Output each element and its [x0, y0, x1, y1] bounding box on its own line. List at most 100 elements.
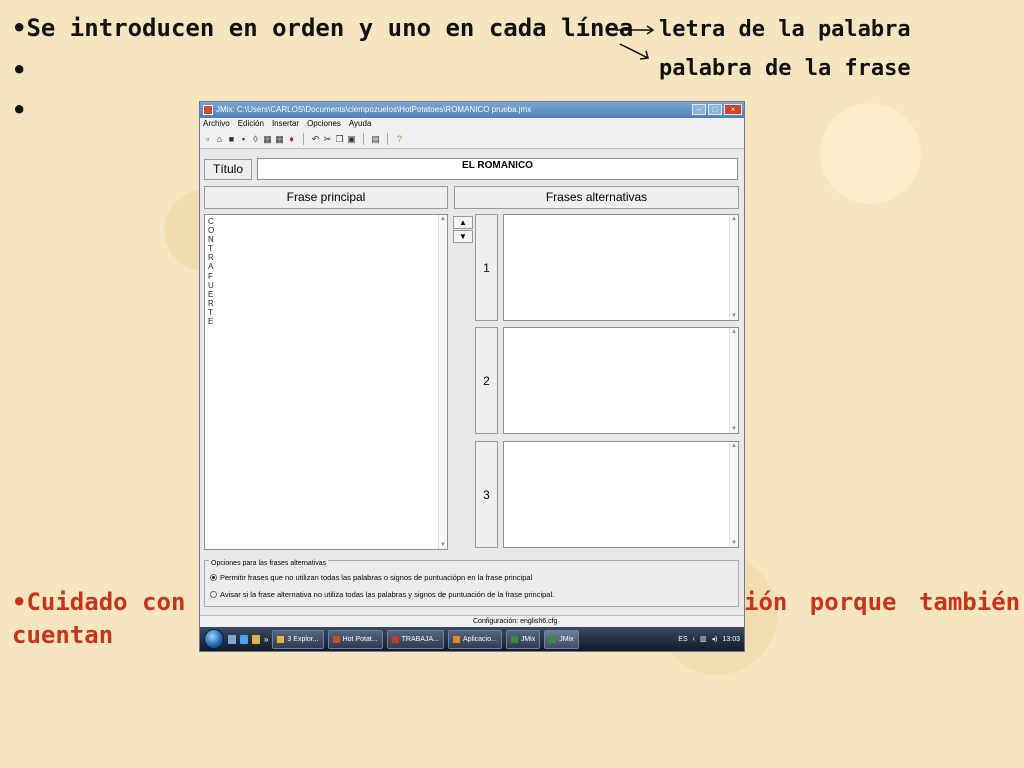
new-file-icon[interactable]: ▫: [203, 133, 212, 145]
undo-icon[interactable]: ↶: [311, 133, 320, 145]
task-hotpotatoes[interactable]: Hot Potat...: [327, 629, 383, 649]
menu-ayuda[interactable]: Ayuda: [349, 118, 372, 130]
target-letra: letra de la palabra: [659, 17, 911, 42]
export-alt-icon[interactable]: ▦: [275, 133, 284, 145]
letter: E: [208, 317, 214, 327]
minimize-button[interactable]: –: [692, 104, 706, 115]
menu-archivo[interactable]: Archivo: [203, 118, 230, 130]
letter: R: [208, 253, 214, 263]
alt-textarea-3[interactable]: ▲ ▼: [503, 441, 739, 548]
main-scrollbar[interactable]: ▲ ▼: [438, 215, 447, 549]
quicklaunch-folder-icon[interactable]: [252, 634, 260, 644]
bottom-text-left: •Cuidado con: [12, 588, 186, 616]
folder-icon: [277, 635, 285, 643]
scroll-up-button[interactable]: ▲: [453, 216, 473, 229]
letter: C: [208, 217, 214, 226]
jmix-window: JMix: C:\Users\CARLOS\Documents\ciempozu…: [199, 101, 745, 652]
quicklaunch-ie-icon[interactable]: [240, 634, 248, 644]
letter: R: [208, 298, 214, 308]
frase-principal-textarea[interactable]: C O N T R A F U E R T E ▲ ▼: [204, 214, 448, 550]
bullet-3: •: [12, 96, 27, 124]
menubar: Archivo Edición Insertar Opciones Ayuda: [200, 118, 744, 130]
task-label: TRABAJA...: [401, 635, 439, 643]
close-button[interactable]: ×: [724, 104, 742, 115]
bottom-text-right: ión porque también: [744, 588, 1021, 616]
task-label: Aplicacio...: [462, 635, 497, 643]
task-label: JMix: [520, 635, 536, 643]
hot-potato-icon[interactable]: ♦: [287, 133, 296, 145]
letter: T: [208, 244, 213, 254]
titulo-label: Título: [204, 159, 252, 180]
alt-scrollbar-2[interactable]: ▲ ▼: [729, 328, 738, 433]
language-indicator[interactable]: ES: [678, 636, 687, 643]
task-aplicacion[interactable]: Aplicacio...: [447, 629, 502, 649]
option-avisar[interactable]: Avisar si la frase alternativa no utiliz…: [210, 590, 554, 599]
jmix-app-icon: [203, 105, 213, 115]
alt-textarea-1[interactable]: ▲ ▼: [503, 214, 739, 321]
toolbar-separator: [303, 133, 304, 145]
letter: A: [208, 262, 214, 272]
radio-permitir[interactable]: [210, 574, 217, 581]
alt-textarea-2[interactable]: ▲ ▼: [503, 327, 739, 434]
task-explorer[interactable]: 3 Explor...: [272, 629, 324, 649]
status-config: Configuración: english6.cfg: [473, 618, 558, 625]
taskbar: » 3 Explor... Hot Potat... TRABAJA... Ap…: [200, 627, 744, 651]
task-trabajo[interactable]: TRABAJA...: [386, 629, 444, 649]
task-jmix-1[interactable]: JMix: [505, 629, 541, 649]
alt-number-1: 1: [475, 214, 498, 321]
scroll-down-button[interactable]: ▼: [453, 230, 473, 243]
quicklaunch-more-icon[interactable]: »: [264, 635, 268, 644]
web-page-icon[interactable]: ◊: [251, 133, 260, 145]
jmix-icon: [549, 635, 557, 643]
paste-icon[interactable]: ▣: [347, 133, 356, 145]
option-avisar-label: Avisar si la frase alternativa no utiliz…: [220, 590, 555, 599]
save-icon[interactable]: ■: [227, 133, 236, 145]
option-permitir[interactable]: Permitir frases que no utilizan todas la…: [210, 573, 532, 582]
alt-number-3: 3: [475, 441, 498, 548]
jmix-icon: [510, 635, 518, 643]
letter: N: [208, 235, 214, 245]
task-label: 3 Explor...: [287, 635, 319, 643]
cut-icon[interactable]: ✂: [323, 133, 332, 145]
frase-principal-header: Frase principal: [204, 186, 448, 209]
open-folder-icon[interactable]: ⌂: [215, 133, 224, 145]
menu-insertar[interactable]: Insertar: [272, 118, 299, 130]
window-titlebar[interactable]: JMix: C:\Users\CARLOS\Documents\ciempozu…: [200, 102, 744, 118]
export-icon[interactable]: ▦: [263, 133, 272, 145]
browser-icon: [452, 635, 460, 643]
bottom-text-line2: cuentan: [12, 621, 114, 649]
letter: U: [208, 280, 214, 290]
toolbar: ▫ ⌂ ■ ▪ ◊ ▦ ▦ ♦ ↶ ✂ ❐ ▣ ▤ ?: [200, 130, 744, 149]
copy-icon[interactable]: ❐: [335, 133, 344, 145]
task-label: Hot Potat...: [342, 635, 378, 643]
maximize-button[interactable]: □: [708, 104, 722, 115]
tray-arrow-icon[interactable]: ‹: [693, 636, 695, 643]
statusbar: Configuración: english6.cfg: [200, 615, 744, 627]
clock[interactable]: 13:03: [722, 636, 740, 643]
help-icon[interactable]: ?: [395, 133, 404, 145]
menu-opciones[interactable]: Opciones: [307, 118, 341, 130]
bullet-2: •: [12, 56, 27, 84]
document-icon: [391, 635, 399, 643]
option-permitir-label: Permitir frases que no utilizan todas la…: [220, 573, 533, 582]
network-icon[interactable]: ▥: [700, 635, 707, 643]
quicklaunch-desktop-icon[interactable]: [228, 634, 236, 644]
letter: T: [208, 307, 213, 317]
task-jmix-2[interactable]: JMix: [544, 629, 579, 649]
alt-scrollbar-3[interactable]: ▲ ▼: [729, 442, 738, 547]
hotpotatoes-icon: [332, 635, 340, 643]
volume-icon[interactable]: ◂): [712, 635, 718, 643]
letter: E: [208, 289, 214, 299]
config-icon[interactable]: ▤: [371, 133, 380, 145]
alt-number-2: 2: [475, 327, 498, 434]
titulo-input[interactable]: EL ROMANICO: [257, 158, 738, 180]
letter: O: [208, 226, 215, 236]
save-as-icon[interactable]: ▪: [239, 133, 248, 145]
system-tray: ES ‹ ▥ ◂) 13:03: [678, 635, 740, 644]
radio-avisar[interactable]: [210, 591, 217, 598]
menu-edicion[interactable]: Edición: [238, 118, 264, 130]
start-button[interactable]: [204, 629, 224, 649]
toolbar-separator: [363, 133, 364, 145]
alt-scrollbar-1[interactable]: ▲ ▼: [729, 215, 738, 320]
window-title: JMix: C:\Users\CARLOS\Documents\ciempozu…: [216, 105, 532, 114]
